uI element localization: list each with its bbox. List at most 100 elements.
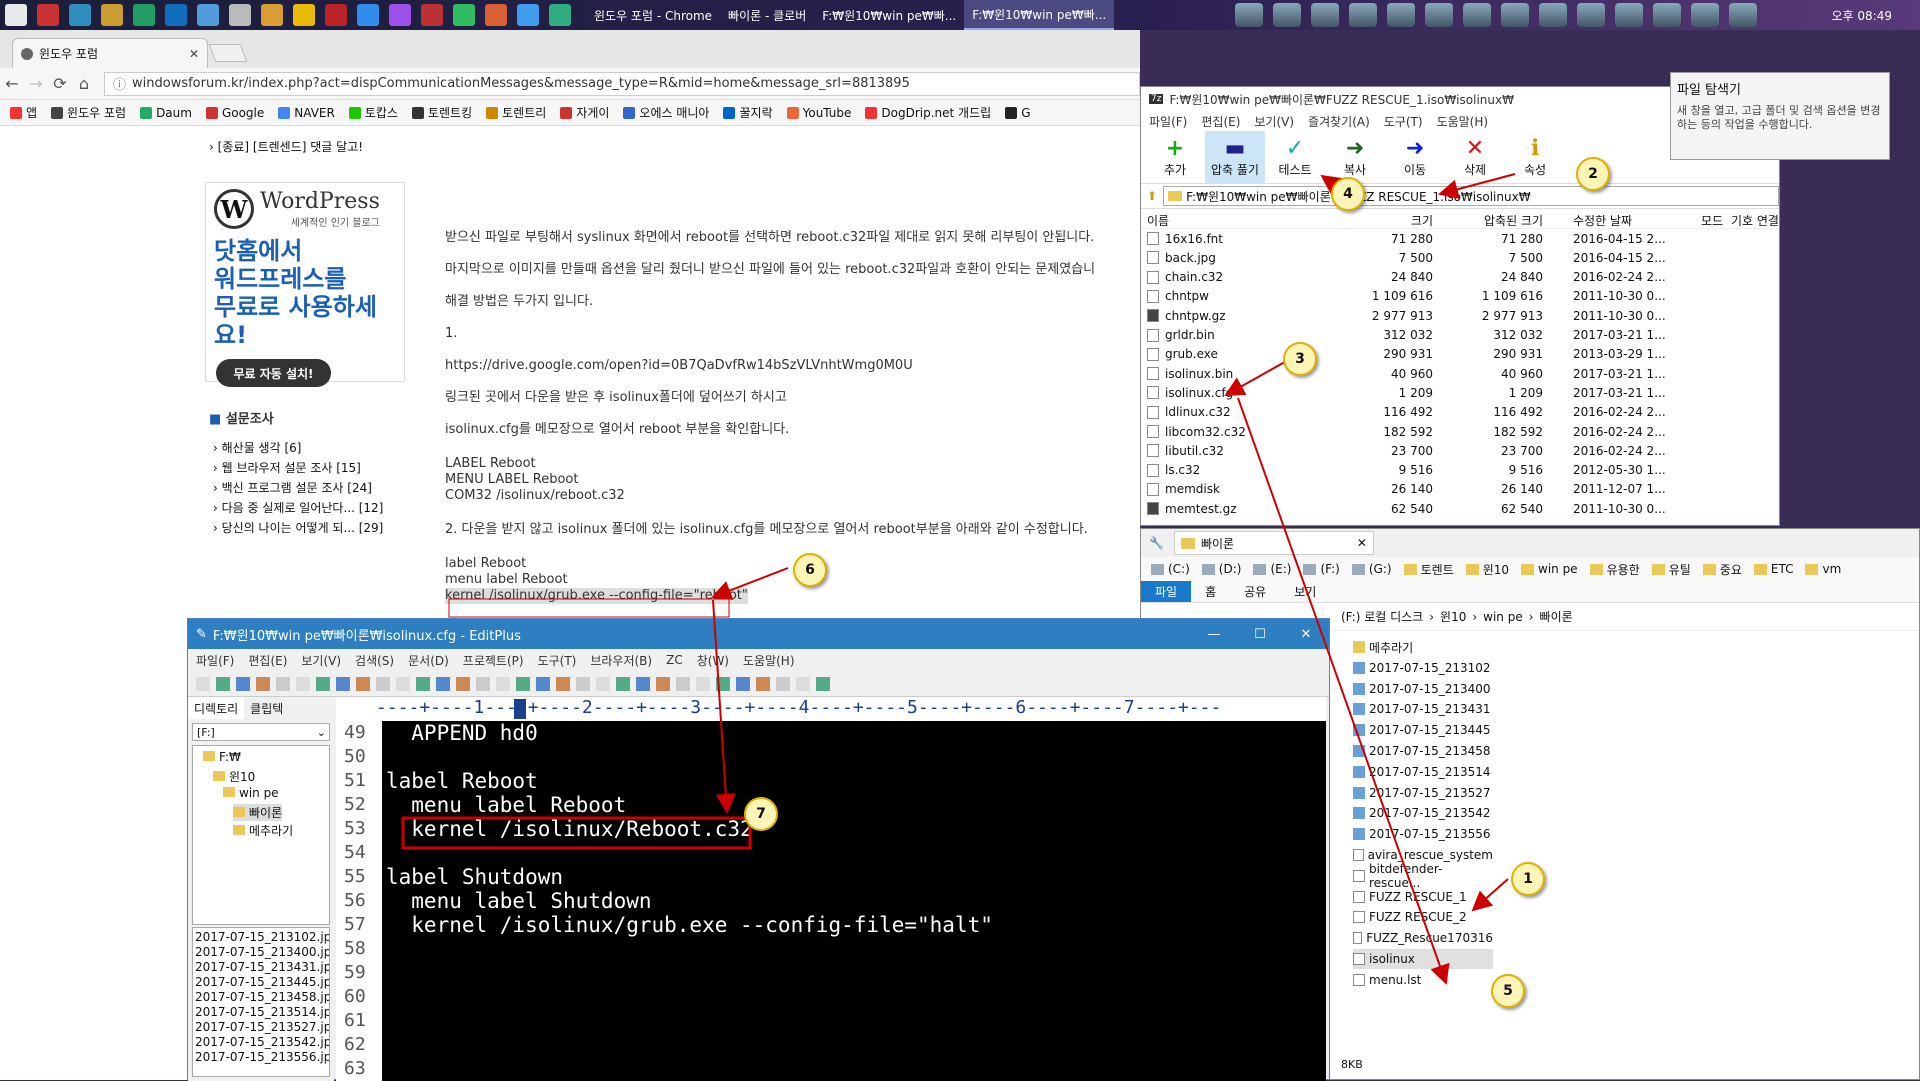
taskbar-task[interactable]: F:₩윈10₩win pe₩빠... xyxy=(964,0,1115,30)
sidebar-tab[interactable]: 클립텍 xyxy=(244,697,289,719)
file-row[interactable]: chntpw 1 109 616 1 109 616 2011-10-30 0... xyxy=(1141,287,1779,306)
favorite-item[interactable]: 토렌트 xyxy=(1403,561,1454,578)
move-button[interactable]: ➜ 이동 xyxy=(1385,131,1445,183)
bookmark-item[interactable]: 토렌트리 xyxy=(486,104,546,121)
file-list-item[interactable]: 2017-07-15_213102.jpg xyxy=(195,930,329,944)
bookmark-item[interactable]: 윈도우 포럼 xyxy=(51,104,126,121)
breadcrumb-item[interactable]: win pe xyxy=(1483,610,1523,624)
close-tab-icon[interactable]: ✕ xyxy=(1357,536,1367,550)
toolbar-icon[interactable] xyxy=(336,676,350,691)
tree-item[interactable]: 윈10 xyxy=(213,768,255,785)
ad-install-button[interactable]: 무료 자동 설치! xyxy=(216,359,331,387)
test-button[interactable]: ✓ 테스트 xyxy=(1265,131,1325,183)
taskbar-task[interactable]: 윈도우 포럼 - Chrome xyxy=(586,0,720,30)
bookmark-item[interactable]: 꿀지락 xyxy=(723,104,773,121)
gear-icon[interactable] xyxy=(229,4,251,26)
back-icon[interactable]: ← xyxy=(0,74,24,93)
column-header[interactable]: 크기 xyxy=(1411,212,1433,229)
toolbar-icon[interactable] xyxy=(436,676,450,691)
reload-icon[interactable]: ⟳ xyxy=(48,74,72,93)
bookmark-item[interactable]: 자게이 xyxy=(560,104,609,121)
column-header[interactable]: 기호 연결 xyxy=(1731,212,1779,229)
file-row[interactable]: chain.c32 24 840 24 840 2016-02-24 2... xyxy=(1141,268,1779,287)
explorer-item[interactable]: 2017-07-15_213514 xyxy=(1353,762,1493,782)
tray-app-icon[interactable] xyxy=(1653,3,1681,27)
toolbar-icon[interactable] xyxy=(816,676,830,691)
ribbon-tab[interactable]: 파일 xyxy=(1141,581,1192,602)
editplus-menu-item[interactable]: ZC xyxy=(666,653,683,667)
clover-icon[interactable] xyxy=(453,4,475,26)
tool-icon[interactable] xyxy=(69,4,91,26)
bookmark-item[interactable]: 앱 xyxy=(10,104,37,121)
toolbar-icon[interactable] xyxy=(776,676,790,691)
bookmark-item[interactable]: NAVER xyxy=(278,106,335,120)
toolbar-icon[interactable] xyxy=(736,676,750,691)
explorer-item[interactable]: FUZZ RESCUE_2 xyxy=(1353,907,1493,927)
archiver-menu-item[interactable]: 즐겨찾기(A) xyxy=(1308,113,1370,130)
breadcrumb-item[interactable]: 빠이론 xyxy=(1540,608,1573,625)
add-button[interactable]: + 추가 xyxy=(1145,131,1205,183)
breadcrumb-item[interactable]: (F:) 로컬 디스크 xyxy=(1341,608,1423,625)
survey-item[interactable]: › 웹 브라우저 설문 조사 [15] xyxy=(213,458,383,478)
globe-icon[interactable] xyxy=(165,4,187,26)
bookmark-item[interactable]: 오에스 매니아 xyxy=(623,104,709,121)
toolbar-icon[interactable] xyxy=(196,676,210,691)
survey-item[interactable]: › 다음 중 실제로 일어난다... [12] xyxy=(213,498,383,518)
favorite-item[interactable]: (D:) xyxy=(1201,562,1241,576)
toolbar-icon[interactable] xyxy=(276,676,290,691)
close-button[interactable]: ✕ xyxy=(1283,627,1329,642)
app4-icon[interactable] xyxy=(485,4,507,26)
favorite-item[interactable]: 유틸 xyxy=(1651,561,1691,578)
file-row[interactable]: grldr.bin 312 032 312 032 2017-03-21 1... xyxy=(1141,326,1779,345)
file-row[interactable]: isolinux.bin 40 960 40 960 2017-03-21 1... xyxy=(1141,364,1779,383)
bookmark-item[interactable]: 토캅스 xyxy=(348,104,398,121)
tray-app-icon[interactable] xyxy=(1577,3,1605,27)
file-row[interactable]: memtest.gz 62 540 62 540 2011-10-30 0... xyxy=(1141,499,1779,518)
app-icon[interactable] xyxy=(261,4,283,26)
toolbar-icon[interactable] xyxy=(796,676,810,691)
editplus-menu-item[interactable]: 브라우저(B) xyxy=(590,652,652,669)
explorer-item[interactable]: 2017-07-15_213458 xyxy=(1353,741,1493,761)
toolbar-icon[interactable] xyxy=(696,676,710,691)
maximize-button[interactable]: ☐ xyxy=(1237,627,1283,642)
file-list-item[interactable]: 2017-07-15_213400.jpg xyxy=(195,945,329,959)
toolbar-icon[interactable] xyxy=(416,676,430,691)
drive-select[interactable]: [F:] ⌄ xyxy=(192,723,330,741)
file-list-item[interactable]: 2017-07-15_213542.jpg xyxy=(195,1035,329,1049)
archiver-menu-item[interactable]: 보기(V) xyxy=(1254,113,1294,130)
close-tab-icon[interactable]: ✕ xyxy=(189,47,199,61)
folder-icon[interactable] xyxy=(101,4,123,26)
code-area[interactable]: APPEND hd0 label Reboot menu label Reboot… xyxy=(386,721,1316,1081)
bluetooth-icon[interactable] xyxy=(357,4,379,26)
tree-item[interactable]: 메추라기 xyxy=(233,822,293,839)
editplus-menu-item[interactable]: 프로젝트(P) xyxy=(463,652,524,669)
file-row[interactable]: ls.c32 9 516 9 516 2012-05-30 1... xyxy=(1141,461,1779,480)
toolbar-icon[interactable] xyxy=(656,676,670,691)
toolbar-icon[interactable] xyxy=(616,676,630,691)
copy-button[interactable]: ➜ 복사 xyxy=(1325,131,1385,183)
sidebar-tab[interactable]: 디렉토리 xyxy=(188,697,245,719)
tray-app-icon[interactable] xyxy=(1235,3,1263,27)
toolbar-icon[interactable] xyxy=(556,676,570,691)
explorer-item[interactable]: FUZZ_Rescue170316 xyxy=(1353,928,1493,948)
minimize-button[interactable]: — xyxy=(1191,627,1237,642)
pdf-icon[interactable] xyxy=(325,4,347,26)
settings-icon[interactable] xyxy=(197,4,219,26)
tree-item[interactable]: win pe xyxy=(223,786,279,800)
file-list-item[interactable]: 2017-07-15_213431.jpg xyxy=(195,960,329,974)
file-list-item[interactable]: 2017-07-15_213556.jpg xyxy=(195,1050,329,1064)
toolbar-icon[interactable] xyxy=(236,676,250,691)
survey-item[interactable]: › 당신의 나이는 어떻게 되... [29] xyxy=(213,518,383,538)
file-row[interactable]: 16x16.fnt 71 280 71 280 2016-04-15 2... xyxy=(1141,229,1779,248)
editplus-menu-item[interactable]: 문서(D) xyxy=(408,652,449,669)
toolbar-icon[interactable] xyxy=(216,676,230,691)
url-input[interactable]: ⓘ windowsforum.kr/index.php?act=dispCommu… xyxy=(104,71,1140,96)
survey-item[interactable]: › 백신 프로그램 설문 조사 [24] xyxy=(213,478,383,498)
file-row[interactable]: libutil.c32 23 700 23 700 2016-02-24 2... xyxy=(1141,441,1779,460)
favorite-item[interactable]: (C:) xyxy=(1151,562,1190,576)
bookmark-item[interactable]: 토렌트킹 xyxy=(411,104,472,121)
toolbar-icon[interactable] xyxy=(516,676,530,691)
wordpress-ad[interactable]: W WordPress 세계적인 인기 블로그 닷홈에서 워드프레스를 무료로 사용… xyxy=(205,182,405,387)
archiver-menu-item[interactable]: 도움말(H) xyxy=(1437,113,1489,130)
toolbar-icon[interactable] xyxy=(496,676,510,691)
